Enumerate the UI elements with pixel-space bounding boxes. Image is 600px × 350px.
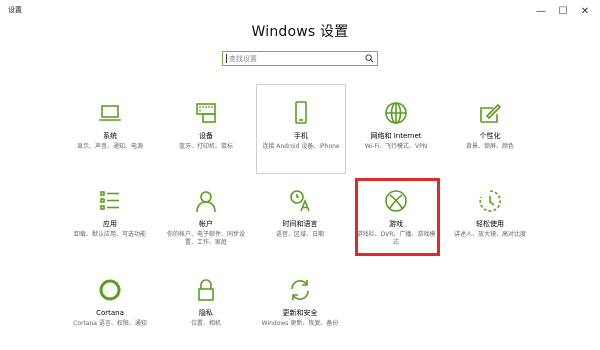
tile-label: 更新和安全 — [282, 309, 318, 317]
tile-gaming[interactable]: 游戏 游戏栏、DVR、广播、游戏模式 — [352, 188, 440, 247]
globe-icon — [385, 102, 407, 124]
tile-personalization[interactable]: 个性化 背景、锁屏、颜色 — [446, 100, 534, 151]
tile-description: Windows 更新、恢复、备份 — [261, 320, 339, 327]
minimize-button[interactable]: — — [530, 0, 552, 22]
tile-time-language[interactable]: 时间和语言 语音、区域、日期 — [256, 188, 344, 239]
tile-apps[interactable]: 应用 卸载、默认应用、可选功能 — [66, 188, 154, 239]
tile-label: 游戏 — [389, 220, 403, 228]
search-input[interactable] — [229, 53, 361, 64]
tile-devices[interactable]: 设备 蓝牙、打印机、鼠标 — [162, 100, 250, 151]
search-box[interactable] — [222, 51, 378, 66]
tile-label: 时间和语言 — [282, 220, 318, 228]
person-icon — [196, 191, 216, 213]
tile-description: Cortana 语言、权限、通知 — [73, 320, 147, 327]
xbox-icon — [385, 190, 407, 212]
tile-description: 你的帐户、电子邮件、同步设置、工作、家庭 — [166, 231, 245, 246]
close-button[interactable]: ✕ — [574, 0, 596, 22]
tile-label: 隐私 — [199, 309, 213, 317]
tile-update-security[interactable]: 更新和安全 Windows 更新、恢复、备份 — [256, 277, 344, 328]
tile-cortana[interactable]: Cortana Cortana 语言、权限、通知 — [66, 277, 154, 328]
tile-phone[interactable]: 手机 连接 Android 设备、iPhone — [256, 84, 346, 174]
sync-icon — [291, 280, 309, 300]
tile-label: 系统 — [103, 132, 117, 140]
lock-icon — [198, 279, 214, 301]
laptop-icon — [99, 105, 121, 121]
text-caret — [226, 54, 227, 63]
tile-label: 网络和 Internet — [370, 132, 422, 140]
tile-description: 蓝牙、打印机、鼠标 — [178, 143, 233, 150]
apps-list-icon — [100, 191, 119, 210]
tile-accounts[interactable]: 帐户 你的帐户、电子邮件、同步设置、工作、家庭 — [162, 188, 250, 247]
tile-description: 讲述人、放大镜、高对比度 — [453, 231, 526, 238]
tile-system[interactable]: 系统 显示、声音、通知、电源 — [66, 100, 154, 151]
app-title: 设置 — [8, 6, 22, 14]
tile-label: Cortana — [96, 309, 124, 317]
cortana-icon — [99, 279, 121, 301]
tile-description: 卸载、默认应用、可选功能 — [73, 231, 146, 238]
paint-pen-icon — [480, 103, 502, 123]
tile-label: 手机 — [294, 132, 308, 140]
tile-label: 个性化 — [479, 132, 501, 140]
phone-icon — [295, 101, 307, 124]
tile-description: 显示、声音、通知、电源 — [76, 143, 143, 150]
tile-label: 轻松使用 — [476, 220, 504, 228]
tile-label: 应用 — [103, 220, 117, 228]
tile-label: 帐户 — [199, 220, 213, 228]
tile-description: 游戏栏、DVR、广播、游戏模式 — [356, 231, 436, 246]
search-icon[interactable] — [365, 54, 374, 63]
page-title: Windows 设置 — [251, 24, 349, 40]
maximize-button[interactable]: ☐ — [552, 0, 574, 22]
ease-of-access-icon — [479, 190, 501, 212]
tile-network[interactable]: 网络和 Internet Wi-Fi、飞行模式、VPN — [352, 100, 440, 151]
tile-description: 连接 Android 设备、iPhone — [262, 143, 340, 150]
tile-label: 设备 — [199, 132, 213, 140]
keyboard-printer-icon — [196, 103, 216, 123]
tile-description: 语音、区域、日期 — [275, 231, 324, 238]
tile-ease-of-access[interactable]: 轻松使用 讲述人、放大镜、高对比度 — [446, 188, 534, 239]
time-language-icon — [290, 190, 310, 212]
title-bar: 设置 — ☐ ✕ — [0, 0, 600, 22]
tile-description: 位置、相机 — [190, 320, 221, 327]
tile-description: Wi-Fi、飞行模式、VPN — [364, 143, 428, 150]
tile-privacy[interactable]: 隐私 位置、相机 — [162, 277, 250, 328]
tile-description: 背景、锁屏、颜色 — [465, 143, 514, 150]
